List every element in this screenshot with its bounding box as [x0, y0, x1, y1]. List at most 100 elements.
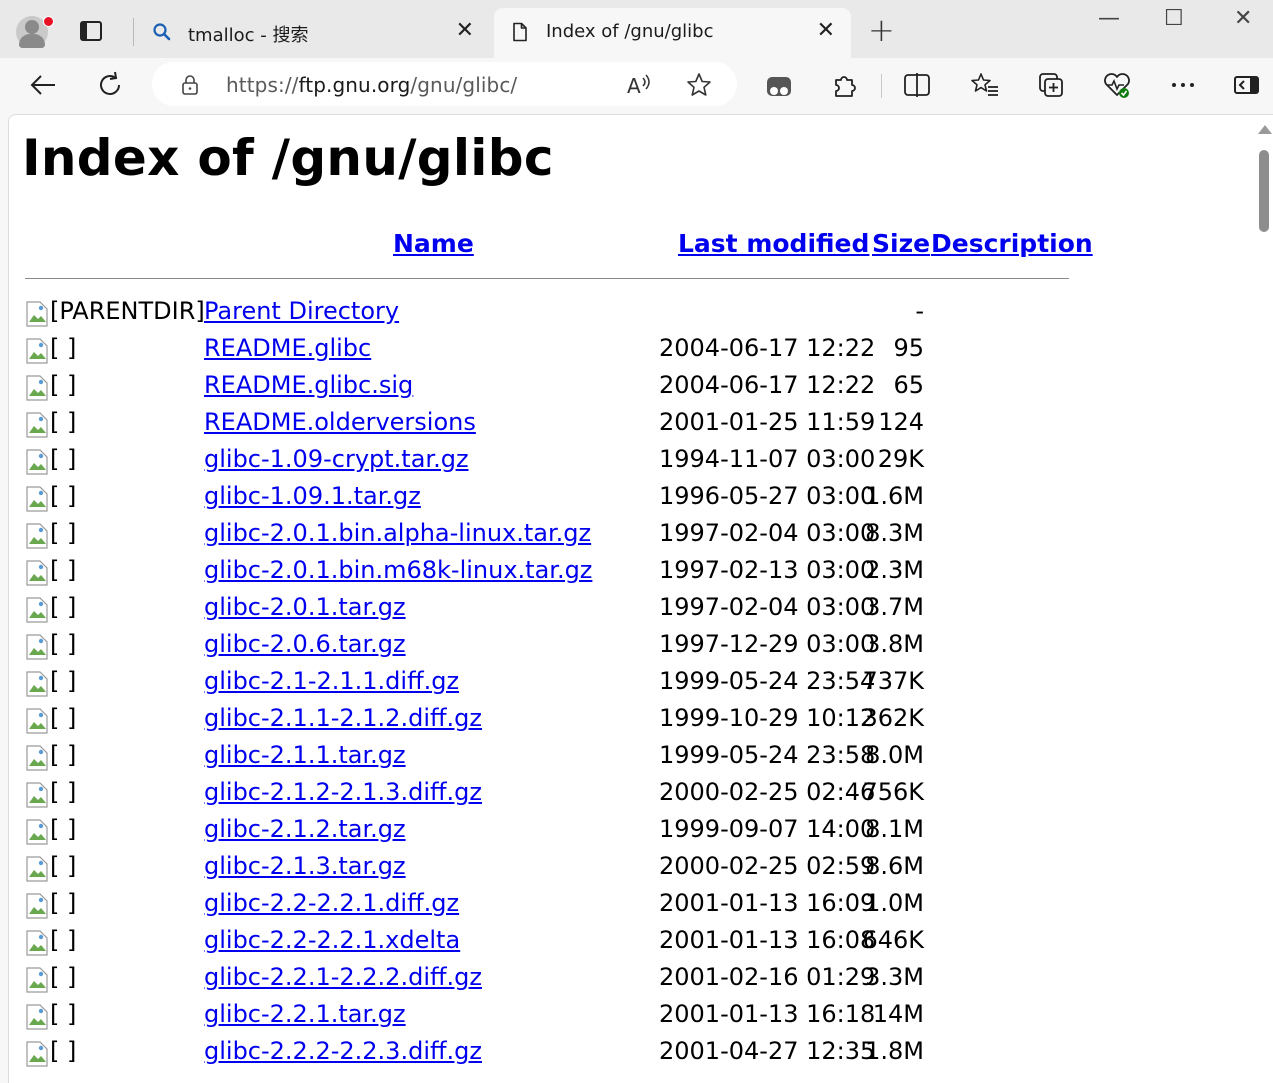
url-text: https://ftp.gnu.org/gnu/glibc/ — [226, 73, 518, 97]
table-row: [ ] glibc-2.0.1.bin.m68k-linux.tar.gz 1997… — [9, 554, 1109, 591]
table-row: [ ] glibc-2.2-2.2.1.diff.gz 2001-01-13 16:… — [9, 887, 1109, 924]
file-link[interactable]: glibc-2.2-2.2.1.diff.gz — [204, 889, 459, 917]
file-link[interactable]: glibc-2.2-2.2.1.xdelta — [204, 926, 460, 954]
last-modified: 1997-12-29 03:00 — [659, 630, 876, 658]
file-link[interactable]: glibc-2.1.3.tar.gz — [204, 852, 406, 880]
address-bar[interactable]: https://ftp.gnu.org/gnu/glibc/ A — [152, 62, 737, 106]
file-link[interactable]: glibc-2.2.1.tar.gz — [204, 1000, 406, 1028]
file-link[interactable]: glibc-1.09.1.tar.gz — [204, 482, 421, 510]
file-link[interactable]: README.glibc.sig — [204, 371, 413, 399]
sort-by-description-link[interactable]: Description — [931, 229, 1093, 258]
tab-actions-icon[interactable] — [80, 21, 102, 41]
file-size: 65 — [893, 371, 924, 399]
split-screen-icon[interactable] — [902, 70, 932, 100]
file-link[interactable]: glibc-2.1.2-2.1.3.diff.gz — [204, 778, 482, 806]
svg-text:A: A — [627, 74, 641, 98]
table-row: [ ] glibc-2.2.2-2.2.3.diff.gz 2001-04-27 1… — [9, 1035, 1109, 1072]
table-row: [ ] glibc-2.1.1.tar.gz 1999-05-24 23:58 8.0… — [9, 739, 1109, 776]
collections-icon[interactable] — [1036, 70, 1066, 100]
broken-image-icon — [25, 560, 49, 586]
extensions-icon[interactable] — [830, 70, 860, 100]
favorites-icon[interactable] — [970, 70, 1000, 100]
file-link[interactable]: README.olderversions — [204, 408, 476, 436]
icon-alt-text: [ ] — [50, 593, 77, 621]
new-tab-button[interactable]: + — [868, 14, 895, 46]
table-row: [ ] README.glibc 2004-06-17 12:22 95 — [9, 332, 1109, 369]
last-modified: 2001-01-13 16:09 — [659, 889, 876, 917]
sort-by-name-link[interactable]: Name — [393, 229, 474, 258]
browser-essentials-icon[interactable] — [1102, 70, 1132, 100]
file-link[interactable]: glibc-2.0.6.tar.gz — [204, 630, 406, 658]
icon-alt-text: [ ] — [50, 704, 77, 732]
table-row: [ ] glibc-2.2.1.tar.gz 2001-01-13 16:18 14M — [9, 998, 1109, 1035]
icon-alt-text: [PARENTDIR] — [50, 297, 205, 325]
file-size: 646K — [862, 926, 924, 954]
file-link[interactable]: glibc-2.0.1.bin.alpha-linux.tar.gz — [204, 519, 591, 547]
last-modified: 2000-02-25 02:46 — [659, 778, 876, 806]
last-modified: 1999-09-07 14:00 — [659, 815, 876, 843]
broken-image-icon — [25, 745, 49, 771]
last-modified: 2004-06-17 12:22 — [659, 334, 876, 362]
broken-image-icon — [25, 523, 49, 549]
last-modified: 2001-01-13 16:18 — [659, 1000, 876, 1028]
file-size: 29K — [877, 445, 924, 473]
file-size: 95 — [893, 334, 924, 362]
profile-avatar-icon[interactable] — [16, 14, 54, 50]
broken-image-icon — [25, 671, 49, 697]
file-link[interactable]: glibc-1.09-crypt.tar.gz — [204, 445, 469, 473]
last-modified: 2001-01-25 11:59 — [659, 408, 876, 436]
scrollbar-thumb[interactable] — [1259, 150, 1269, 232]
tab-strip: tmalloc - 搜索 ✕ Index of /gnu/glibc ✕ + —… — [0, 0, 1273, 58]
icon-alt-text: [ ] — [50, 815, 77, 843]
refresh-icon[interactable] — [95, 70, 125, 100]
file-link[interactable]: glibc-2.0.1.bin.m68k-linux.tar.gz — [204, 556, 592, 584]
maximize-icon[interactable]: ☐ — [1164, 6, 1184, 31]
tab-search[interactable]: tmalloc - 搜索 ✕ — [140, 8, 490, 58]
icon-alt-text: [ ] — [50, 741, 77, 769]
tab-glibc-index[interactable]: Index of /gnu/glibc ✕ — [494, 8, 851, 58]
file-link[interactable]: glibc-2.0.1.tar.gz — [204, 593, 406, 621]
toolbar-separator — [881, 74, 882, 98]
more-options-icon[interactable] — [1168, 70, 1198, 100]
last-modified: 2001-01-13 16:08 — [659, 926, 876, 954]
back-icon[interactable] — [28, 70, 58, 100]
minimize-icon[interactable]: — — [1098, 6, 1120, 31]
broken-image-icon — [25, 782, 49, 808]
last-modified: 1999-10-29 10:12 — [659, 704, 876, 732]
close-tab-icon[interactable]: ✕ — [456, 20, 474, 42]
sort-by-size-link[interactable]: Size — [872, 229, 930, 258]
icon-alt-text: [ ] — [50, 371, 77, 399]
file-link[interactable]: glibc-2.2.2-2.2.3.diff.gz — [204, 1037, 482, 1065]
table-row: [ ] glibc-2.1-2.1.1.diff.gz 1999-05-24 23:… — [9, 665, 1109, 702]
file-link[interactable]: glibc-2.1.1.tar.gz — [204, 741, 406, 769]
window-close-icon[interactable]: ✕ — [1234, 6, 1252, 31]
table-row: [ ] README.glibc.sig 2004-06-17 12:22 65 — [9, 369, 1109, 406]
sort-by-last-modified-link[interactable]: Last modified — [678, 229, 869, 258]
file-link[interactable]: glibc-2.2.1-2.2.2.diff.gz — [204, 963, 482, 991]
file-size: 8.1M — [865, 815, 924, 843]
parent-directory-link[interactable]: Parent Directory — [204, 297, 399, 325]
icon-alt-text: [ ] — [50, 334, 77, 362]
lock-icon[interactable] — [180, 74, 200, 96]
file-size: 3.7M — [865, 593, 924, 621]
sidebar-toggle-icon[interactable] — [1232, 70, 1262, 100]
tab-title: Index of /gnu/glibc — [546, 21, 714, 42]
read-aloud-icon[interactable]: A — [626, 72, 654, 98]
favorite-star-icon[interactable] — [686, 72, 712, 98]
icon-alt-text: [ ] — [50, 556, 77, 584]
file-size: 8.6M — [865, 852, 924, 880]
file-link[interactable]: glibc-2.1.1-2.1.2.diff.gz — [204, 704, 482, 732]
close-tab-icon[interactable]: ✕ — [817, 20, 835, 42]
last-modified: 1997-02-13 03:00 — [659, 556, 876, 584]
tracking-prevention-icon[interactable] — [764, 72, 794, 102]
icon-alt-text: [ ] — [50, 963, 77, 991]
file-link[interactable]: glibc-2.1.2.tar.gz — [204, 815, 406, 843]
vertical-scrollbar[interactable] — [1254, 115, 1273, 1083]
file-link[interactable]: README.glibc — [204, 334, 371, 362]
file-link[interactable]: glibc-2.1-2.1.1.diff.gz — [204, 667, 459, 695]
file-size: 3.8M — [865, 630, 924, 658]
scroll-up-arrow-icon[interactable] — [1258, 125, 1272, 134]
table-row: [ ] glibc-2.2.1-2.2.2.diff.gz 2001-02-16 0… — [9, 961, 1109, 998]
broken-image-icon — [25, 856, 49, 882]
table-row: [ ] glibc-2.1.2-2.1.3.diff.gz 2000-02-25 0… — [9, 776, 1109, 813]
